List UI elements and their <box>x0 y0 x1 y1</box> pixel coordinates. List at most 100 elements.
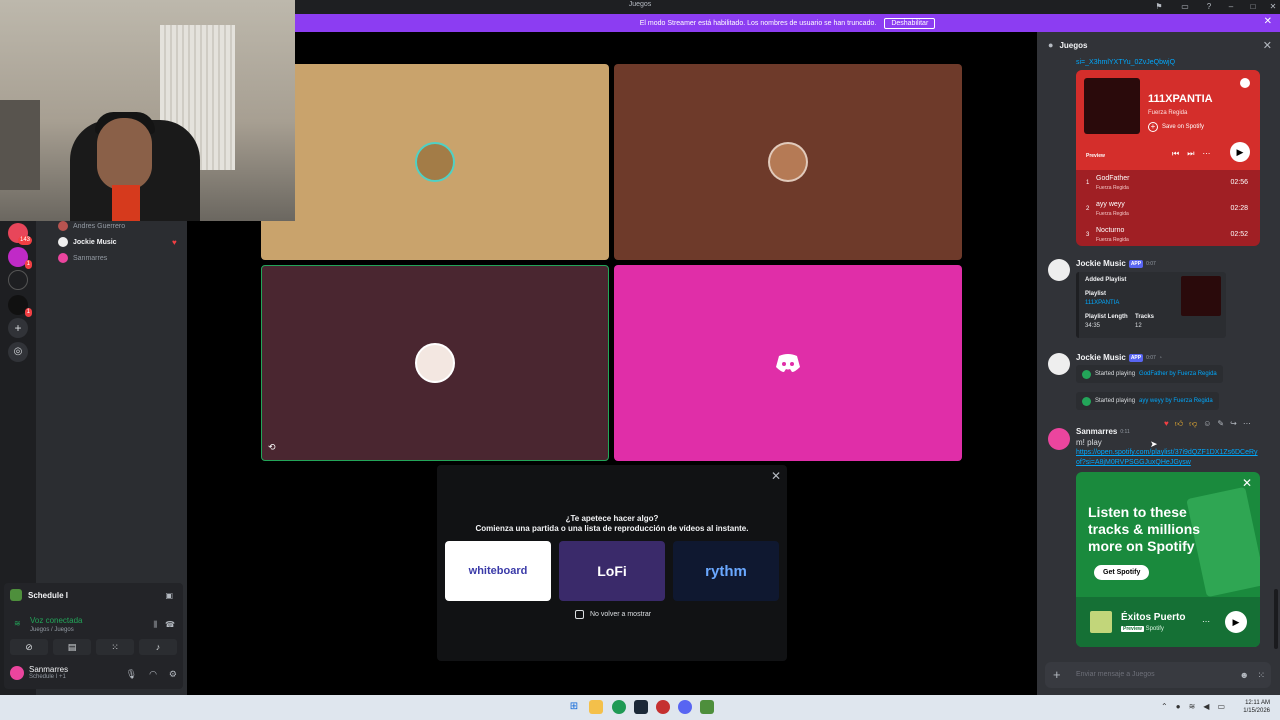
checkbox[interactable] <box>575 610 584 619</box>
play-button[interactable]: ▶ <box>1230 142 1250 162</box>
game-icon[interactable] <box>700 700 714 714</box>
close-icon[interactable]: ✕ <box>1264 17 1272 27</box>
get-spotify-button[interactable]: Get Spotify <box>1094 565 1150 580</box>
steam-icon[interactable] <box>634 700 648 714</box>
activity-card-lofi[interactable]: LoFi <box>559 541 665 601</box>
clock[interactable]: 12:11 AM 1/15/2026 <box>1243 699 1270 715</box>
message-time: 0:07 <box>1146 260 1156 267</box>
server-icon[interactable]: 1 <box>8 295 32 317</box>
track-artist: Fuerza Regida <box>1096 211 1129 217</box>
participant-tile[interactable] <box>614 265 962 461</box>
add-server-icon[interactable]: + <box>8 318 28 338</box>
share-screen-button[interactable]: ▤ <box>53 639 91 655</box>
activities-button[interactable]: ⁙ <box>96 639 134 655</box>
maximize-button[interactable]: □ <box>1242 0 1264 14</box>
voice-member[interactable]: Sanmarres <box>58 251 107 265</box>
avatar <box>10 665 24 680</box>
streamer-mode-banner: El modo Streamer está habilitado. Los no… <box>295 14 1280 32</box>
participant-tile[interactable] <box>261 64 609 260</box>
avatar[interactable] <box>1048 259 1070 281</box>
activity-card-whiteboard[interactable]: whiteboard <box>445 541 551 601</box>
headphones-icon[interactable]: ◠ <box>149 669 157 680</box>
chrome-icon[interactable] <box>612 700 626 714</box>
volume-icon[interactable]: ◀ <box>1203 702 1209 711</box>
activity-card-rythm[interactable]: rythm <box>673 541 779 601</box>
edit-icon[interactable]: ✎ <box>1217 419 1224 429</box>
close-icon[interactable]: ✕ <box>1263 39 1272 52</box>
message-author[interactable]: Sanmarres 0:11 <box>1076 427 1130 436</box>
dont-show-again[interactable]: No volver a mostrar <box>575 610 651 619</box>
heart-reaction-icon[interactable]: ♥ <box>1164 419 1169 429</box>
scrollbar[interactable] <box>1274 589 1278 649</box>
avatar[interactable] <box>1048 353 1070 375</box>
message-input[interactable]: Enviar mensaje a Juegos <box>1076 671 1155 678</box>
close-icon[interactable]: ✕ <box>1242 476 1252 490</box>
more-icon[interactable]: ⋯ <box>1243 419 1251 429</box>
microphone-icon[interactable]: 🎙︎ <box>126 669 137 680</box>
now-playing-track[interactable]: GodFather by Fuerza Regida <box>1139 371 1217 377</box>
plus-icon[interactable]: + <box>1053 667 1061 682</box>
close-window-button[interactable]: ✕ <box>1262 0 1280 14</box>
reply-icon[interactable]: ↪ <box>1230 419 1237 429</box>
battery-icon[interactable]: ▭ <box>1217 702 1225 711</box>
track-row[interactable]: 3 Nocturno Fuerza Regida 02:52 <box>1084 226 1252 246</box>
chevron-up-icon[interactable]: ⌃ <box>1161 702 1168 711</box>
spotify-link[interactable]: https://open.spotify.com/playlist/37i9dQ… <box>1076 448 1260 468</box>
server-icon[interactable]: 143 <box>8 223 32 245</box>
member-name: Andres Guerrero <box>73 222 126 230</box>
noise-suppression-icon[interactable]: ⫼ <box>153 620 157 630</box>
close-icon[interactable]: ✕ <box>771 469 781 483</box>
save-on-spotify[interactable]: + Save on Spotify <box>1148 122 1204 132</box>
now-playing-track[interactable]: ayy weyy by Fuerza Regida <box>1139 398 1213 404</box>
activity-icon[interactable]: ⟲ <box>268 442 280 454</box>
disable-streamer-button[interactable]: Deshabilitar <box>884 17 936 29</box>
inbox-icon[interactable]: ⚑ <box>1148 0 1170 14</box>
message-author[interactable]: Jockie Music APP 0:07 <box>1076 259 1156 268</box>
track-row[interactable]: 1 GodFather Fuerza Regida 02:56 <box>1084 174 1252 196</box>
server-icon[interactable]: 1 <box>8 247 32 269</box>
playlist-link[interactable]: 111XPANTIA <box>1085 300 1119 306</box>
game-icon <box>10 589 22 601</box>
thumbs-up-icon[interactable]: 👍︎ <box>1175 419 1183 429</box>
minimize-button[interactable]: – <box>1220 0 1242 14</box>
game-activity[interactable]: Schedule I <box>10 589 68 601</box>
more-icon[interactable]: ⋯ <box>1202 149 1210 159</box>
gear-icon[interactable]: ⚙ <box>169 669 177 680</box>
track-number: 2 <box>1086 206 1090 212</box>
participant-tile[interactable]: ⟲ <box>261 265 609 461</box>
app-icon[interactable] <box>656 700 670 714</box>
monitor-icon[interactable]: ▭ <box>1174 0 1196 14</box>
voice-status[interactable]: Voz conectada <box>30 616 82 625</box>
voice-member[interactable]: Andres Guerrero <box>58 219 125 233</box>
album-artist: Fuerza Regida <box>1148 110 1188 116</box>
track-row[interactable]: 2 ayy weyy Fuerza Regida 02:28 <box>1084 200 1252 222</box>
screen-icon[interactable]: ▣ <box>165 591 173 600</box>
thumbs-down-icon[interactable]: 👎︎ <box>1189 419 1197 429</box>
discover-icon[interactable]: ◎ <box>8 342 28 362</box>
more-icon[interactable]: ⋯ <box>1202 617 1210 626</box>
disconnect-icon[interactable]: ☎ <box>165 620 175 629</box>
wifi-icon[interactable]: ≋ <box>1189 702 1196 711</box>
participant-tile[interactable] <box>614 64 962 260</box>
file-explorer-icon[interactable] <box>589 700 603 714</box>
help-icon[interactable]: ? <box>1198 0 1220 14</box>
avatar[interactable] <box>1048 428 1070 450</box>
windows-start-icon[interactable]: ⊞ <box>567 700 581 714</box>
previous-icon[interactable]: ⏮ <box>1172 149 1179 159</box>
server-icon[interactable] <box>8 270 28 290</box>
play-button[interactable]: ▶ <box>1225 611 1247 633</box>
message-link[interactable]: si=_X3hmlYXTYu_0ZvJeQbwjQ <box>1076 59 1175 66</box>
emoji-icon[interactable]: ☻ <box>1240 670 1249 680</box>
voice-member[interactable]: Jockie Music ♥ <box>58 235 177 249</box>
deafened-icon: ♥ <box>172 237 177 247</box>
apps-icon[interactable]: ⁙ <box>1257 670 1265 681</box>
microphone-icon[interactable]: ● <box>1176 702 1181 711</box>
discord-icon[interactable] <box>678 700 692 714</box>
message-author[interactable]: Jockie Music APP 0:07 ◔ <box>1076 353 1162 362</box>
next-icon[interactable]: ⏭ <box>1187 149 1194 159</box>
camera-off-button[interactable]: ⊘ <box>10 639 48 655</box>
current-user[interactable]: Sanmarres Schedule I +1 <box>10 665 68 680</box>
soundboard-button[interactable]: ♪ <box>139 639 177 655</box>
add-reaction-icon[interactable]: ☺ <box>1203 419 1211 429</box>
system-tray: ⌃ ● ≋ ◀ ▭ <box>1161 702 1225 711</box>
